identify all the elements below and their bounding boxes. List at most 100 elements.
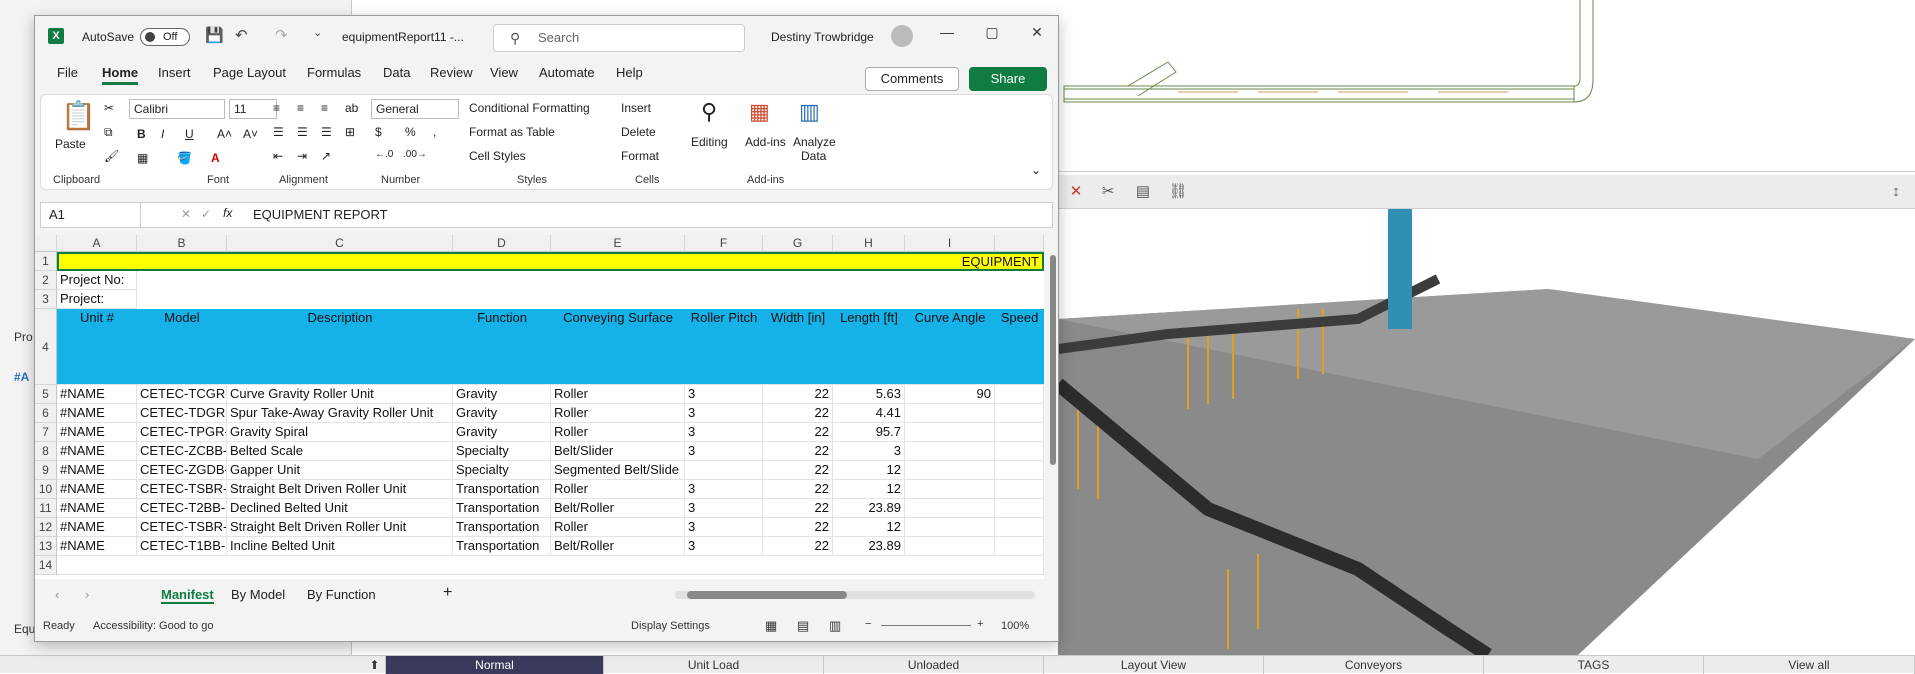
table-cell[interactable] [995,461,1044,480]
table-cell[interactable] [905,537,995,556]
table-cell[interactable] [995,518,1044,537]
menu-review[interactable]: Review [430,65,473,80]
table-cell[interactable]: CETEC-TSBR-I [137,480,227,499]
table-cell[interactable]: CETEC-ZGDB-I [137,461,227,480]
tab-by-function[interactable]: By Function [307,587,376,602]
table-cell[interactable] [995,537,1044,556]
format-painter-icon[interactable]: 🖌 [104,149,119,163]
copy-icon[interactable]: ⧉ [104,125,113,140]
delete-cells-button[interactable]: Delete [621,125,656,139]
table-cell[interactable]: 3 [833,442,905,461]
zoom-level[interactable]: 100% [1001,620,1029,632]
row-header-10[interactable]: 10 [35,480,57,499]
tab-prev-icon[interactable]: ‹ [55,587,59,602]
shrink-font-icon[interactable]: A˅ [243,127,258,141]
align-middle-icon[interactable]: ≡ [297,101,304,115]
table-cell[interactable]: 4.41 [833,404,905,423]
column-header-B[interactable]: B [137,235,227,252]
align-center-icon[interactable]: ☰ [297,125,308,139]
page-break-icon[interactable]: ▥ [829,618,841,634]
mode-conveyors[interactable]: Conveyors [1264,656,1484,674]
table-cell[interactable]: CETEC-T2BB-I [137,499,227,518]
table-cell[interactable]: 90 [905,385,995,404]
table-cell[interactable]: 12 [833,518,905,537]
table-cell[interactable]: 3 [685,537,763,556]
column-header-corner[interactable] [35,235,57,252]
header-cell[interactable]: Speed [995,309,1044,385]
table-cell[interactable]: CETEC-T1BB-I [137,537,227,556]
menu-insert[interactable]: Insert [158,65,191,80]
row-header-12[interactable]: 12 [35,518,57,537]
mode-unit-load[interactable]: Unit Load [604,656,824,674]
table-cell[interactable]: Gapper Unit [227,461,453,480]
align-right-icon[interactable]: ☰ [321,125,332,139]
table-cell[interactable]: #NAME [57,518,137,537]
column-header-J[interactable] [995,235,1044,252]
italic-icon[interactable]: I [161,127,164,141]
table-cell[interactable]: 5.63 [833,385,905,404]
column-header-C[interactable]: C [227,235,453,252]
function-icon[interactable]: fx [223,206,232,220]
table-cell[interactable]: Segmented Belt/Slide [551,461,685,480]
table-cell[interactable]: 22 [763,385,833,404]
table-cell[interactable]: 22 [763,480,833,499]
table-cell[interactable]: Belt/Slider [551,442,685,461]
table-cell[interactable]: Gravity [453,385,551,404]
search-input[interactable]: ⚲ Search [493,24,745,52]
currency-icon[interactable]: $ [375,125,382,139]
row-header-9[interactable]: 9 [35,461,57,480]
table-cell[interactable] [995,499,1044,518]
analyze-data-label[interactable]: Data [801,149,826,163]
minimize-icon[interactable]: — [935,24,959,44]
tab-manifest[interactable]: Manifest [161,587,214,604]
name-box[interactable]: A1 [41,203,141,227]
cancel-icon[interactable]: ✕ [181,207,191,221]
table-cell[interactable]: 22 [763,404,833,423]
table-cell[interactable] [995,404,1044,423]
font-size-select[interactable]: 11 [229,99,277,119]
table-cell[interactable]: #NAME [57,423,137,442]
page-layout-icon[interactable]: ▤ [797,618,809,634]
row-header-8[interactable]: 8 [35,442,57,461]
align-top-icon[interactable]: ≡ [273,101,280,115]
cut-icon[interactable]: ✂ [104,101,114,115]
menu-automate[interactable]: Automate [539,65,595,80]
table-cell[interactable]: 22 [763,423,833,442]
table-cell[interactable]: Belt/Roller [551,537,685,556]
format-cells-button[interactable]: Format [621,149,659,163]
column-header-E[interactable]: E [551,235,685,252]
row-header-6[interactable]: 6 [35,404,57,423]
table-cell[interactable]: Gravity [453,404,551,423]
table-cell[interactable]: 22 [763,499,833,518]
percent-icon[interactable]: % [405,125,416,139]
menu-page-layout[interactable]: Page Layout [213,65,286,80]
bold-icon[interactable]: B [137,127,146,141]
table-cell[interactable]: 3 [685,423,763,442]
tab-by-model[interactable]: By Model [231,587,285,602]
zoom-out-icon[interactable]: − [865,618,871,630]
paste-icon[interactable]: 📋 [61,99,96,132]
customize-chevron-icon[interactable]: ⌄ [313,26,322,39]
row-header-11[interactable]: 11 [35,499,57,518]
align-bottom-icon[interactable]: ≡ [321,101,328,115]
number-format-select[interactable]: General [371,99,459,119]
table-cell[interactable] [905,499,995,518]
table-cell[interactable]: CETEC-ZCBB-I [137,442,227,461]
table-cell[interactable]: Belted Scale [227,442,453,461]
table-cell[interactable]: Roller [551,404,685,423]
table-cell[interactable] [905,461,995,480]
cell-styles-button[interactable]: Cell Styles [469,149,526,163]
header-cell[interactable]: Width [in] [763,309,833,385]
save-icon[interactable]: 💾 [205,26,224,44]
header-cell[interactable]: Description [227,309,453,385]
vertical-scrollbar[interactable] [1048,235,1058,579]
row-header-1[interactable]: 1 [35,252,57,271]
table-cell[interactable]: 3 [685,385,763,404]
table-cell[interactable]: Transportation [453,480,551,499]
analyze-data-icon[interactable]: ▥ [799,99,820,125]
cad-3d-view[interactable] [1058,209,1915,655]
avatar[interactable] [891,25,913,47]
column-header-I[interactable]: I [905,235,995,252]
borders-icon[interactable]: ▦ [137,151,148,165]
table-cell[interactable]: 95.7 [833,423,905,442]
